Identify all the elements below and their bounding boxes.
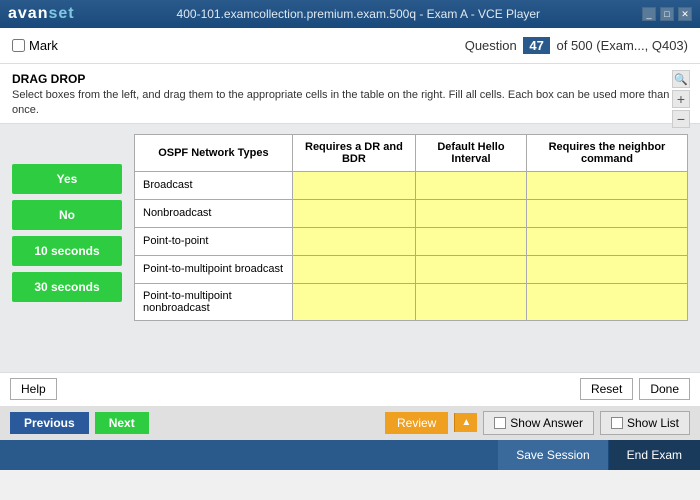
window-controls[interactable]: _ □ ✕ [642,7,692,21]
save-session-button[interactable]: Save Session [498,440,608,470]
zoom-controls[interactable]: 🔍 + − [672,70,690,128]
network-type-nonbroadcast: Nonbroadcast [135,199,293,227]
show-list-label: Show List [627,416,679,430]
mark-label: Mark [29,38,58,53]
question-header: Mark Question 47 of 500 (Exam..., Q403) [0,28,700,64]
previous-button[interactable]: Previous [10,412,89,434]
drop-cell-p2mp-bcast-dr[interactable] [292,255,415,283]
drop-cell-nonbroadcast-neighbor[interactable] [526,199,687,227]
col-header-network-types: OSPF Network Types [135,134,293,171]
maximize-button[interactable]: □ [660,7,674,21]
table-row: Broadcast [135,171,688,199]
drop-table: OSPF Network Types Requires a DR and BDR… [134,134,688,321]
network-type-broadcast: Broadcast [135,171,293,199]
mark-checkbox[interactable] [12,39,25,52]
main-content: Yes No 10 seconds 30 seconds OSPF Networ… [0,124,700,372]
network-type-p2p: Point-to-point [135,227,293,255]
drop-cell-p2mp-bcast-hello[interactable] [416,255,527,283]
right-controls: Reset Done [580,378,690,400]
drag-option-no[interactable]: No [12,200,122,230]
network-type-p2mp-broadcast: Point-to-multipoint broadcast [135,255,293,283]
reset-button[interactable]: Reset [580,378,633,400]
bottom-bar: Save Session End Exam [0,440,700,470]
drop-cell-broadcast-hello[interactable] [416,171,527,199]
drop-table-container: OSPF Network Types Requires a DR and BDR… [134,134,688,362]
drop-cell-broadcast-neighbor[interactable] [526,171,687,199]
drag-option-30sec[interactable]: 30 seconds [12,272,122,302]
drop-cell-p2mp-nbcast-neighbor[interactable] [526,283,687,320]
show-list-button[interactable]: Show List [600,411,690,435]
question-number: 47 [523,37,549,54]
zoom-in-button[interactable]: + [672,90,690,108]
drag-option-yes[interactable]: Yes [12,164,122,194]
question-total: of 500 (Exam..., Q403) [556,38,688,53]
zoom-out-button[interactable]: − [672,110,690,128]
col-header-neighbor-cmd: Requires the neighbor command [526,134,687,171]
review-dropdown-button[interactable]: ▲ [454,413,477,432]
drop-cell-p2mp-bcast-neighbor[interactable] [526,255,687,283]
next-button[interactable]: Next [95,412,149,434]
minimize-button[interactable]: _ [642,7,656,21]
question-info: Question 47 of 500 (Exam..., Q403) [465,37,688,54]
show-answer-checkbox [494,417,506,429]
drop-cell-nonbroadcast-hello[interactable] [416,199,527,227]
question-label: Question [465,38,517,53]
drop-cell-broadcast-dr[interactable] [292,171,415,199]
show-list-checkbox [611,417,623,429]
close-button[interactable]: ✕ [678,7,692,21]
window-title: 400-101.examcollection.premium.exam.500q… [177,7,541,21]
drop-cell-p2p-hello[interactable] [416,227,527,255]
question-area: DRAG DROP Select boxes from the left, an… [0,64,700,124]
network-type-p2mp-nonbroadcast: Point-to-multipoint nonbroadcast [135,283,293,320]
col-header-dr-bdr: Requires a DR and BDR [292,134,415,171]
app-logo: avanset [8,5,75,23]
nav-bar: Previous Next Review ▲ Show Answer Show … [0,406,700,440]
drop-cell-p2p-neighbor[interactable] [526,227,687,255]
question-type: DRAG DROP [12,72,688,86]
done-button[interactable]: Done [639,378,690,400]
drag-options-panel: Yes No 10 seconds 30 seconds [12,134,122,362]
search-icon: 🔍 [672,70,690,88]
drop-cell-nonbroadcast-dr[interactable] [292,199,415,227]
drag-option-10sec[interactable]: 10 seconds [12,236,122,266]
table-row: Point-to-point [135,227,688,255]
review-button[interactable]: Review [385,412,448,434]
show-answer-button[interactable]: Show Answer [483,411,594,435]
drop-cell-p2p-dr[interactable] [292,227,415,255]
drop-cell-p2mp-nbcast-dr[interactable] [292,283,415,320]
mark-checkbox-area[interactable]: Mark [12,38,58,53]
table-row: Point-to-multipoint nonbroadcast [135,283,688,320]
col-header-hello-interval: Default Hello Interval [416,134,527,171]
drop-cell-p2mp-nbcast-hello[interactable] [416,283,527,320]
table-row: Point-to-multipoint broadcast [135,255,688,283]
question-instruction: Select boxes from the left, and drag the… [12,88,688,119]
show-answer-label: Show Answer [510,416,583,430]
help-button[interactable]: Help [10,378,57,400]
end-exam-button[interactable]: End Exam [609,440,700,470]
title-bar: avanset 400-101.examcollection.premium.e… [0,0,700,28]
table-row: Nonbroadcast [135,199,688,227]
controls-area: Help Reset Done [0,372,700,406]
